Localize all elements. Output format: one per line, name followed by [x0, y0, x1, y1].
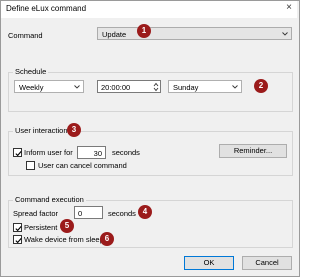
- reminder-button[interactable]: Reminder...: [219, 144, 287, 158]
- spread-factor-unit: seconds: [108, 209, 136, 218]
- time-value: 20:00:00: [101, 83, 131, 92]
- time-spinner[interactable]: 20:00:00: [97, 80, 161, 93]
- day-select[interactable]: Sunday: [168, 80, 242, 93]
- user-can-cancel-checkbox[interactable]: [26, 161, 35, 170]
- checkmark-icon: [15, 238, 22, 244]
- chevron-down-icon: [74, 85, 80, 89]
- persistent-checkbox[interactable]: [13, 223, 22, 232]
- wake-device-label: Wake device from sleep: [24, 235, 104, 244]
- user-can-cancel-label: User can cancel command: [38, 161, 127, 170]
- command-select[interactable]: Update: [97, 27, 292, 40]
- wake-device-checkbox[interactable]: [13, 235, 22, 244]
- checkmark-icon: [15, 226, 22, 232]
- badge-2: 2: [254, 79, 268, 93]
- frequency-select[interactable]: Weekly: [14, 80, 84, 93]
- ok-button[interactable]: OK: [184, 256, 234, 270]
- frequency-select-value: Weekly: [19, 83, 44, 92]
- dialog-title: Define eLux command: [6, 4, 87, 13]
- chevron-down-icon: [282, 32, 288, 36]
- close-icon[interactable]: ×: [283, 2, 295, 14]
- user-interaction-group-title: User interaction: [13, 126, 70, 135]
- command-execution-group-title: Command execution: [13, 195, 86, 204]
- inform-user-label: Inform user for: [24, 148, 73, 157]
- badge-5: 5: [60, 219, 74, 233]
- inform-seconds-value: 30: [93, 149, 102, 158]
- inform-seconds-unit: seconds: [112, 148, 140, 157]
- persistent-label: Persistent: [24, 223, 58, 232]
- chevron-down-icon: [232, 85, 238, 89]
- inform-seconds-input[interactable]: 30: [77, 146, 106, 159]
- spread-factor-label: Spread factor: [13, 209, 59, 218]
- day-select-value: Sunday: [173, 83, 199, 92]
- command-select-value: Update: [102, 30, 127, 39]
- badge-6: 6: [100, 232, 114, 246]
- command-label: Command: [8, 31, 43, 40]
- inform-user-checkbox[interactable]: [13, 148, 22, 157]
- badge-1: 1: [137, 24, 151, 38]
- spread-factor-input[interactable]: 0: [74, 206, 103, 219]
- badge-3: 3: [67, 123, 81, 137]
- cancel-button[interactable]: Cancel: [242, 256, 292, 270]
- badge-4: 4: [138, 205, 152, 219]
- schedule-group-title: Schedule: [13, 67, 49, 76]
- spin-down-icon[interactable]: [153, 87, 159, 92]
- checkmark-icon: [15, 151, 22, 157]
- spread-factor-value: 0: [78, 209, 83, 218]
